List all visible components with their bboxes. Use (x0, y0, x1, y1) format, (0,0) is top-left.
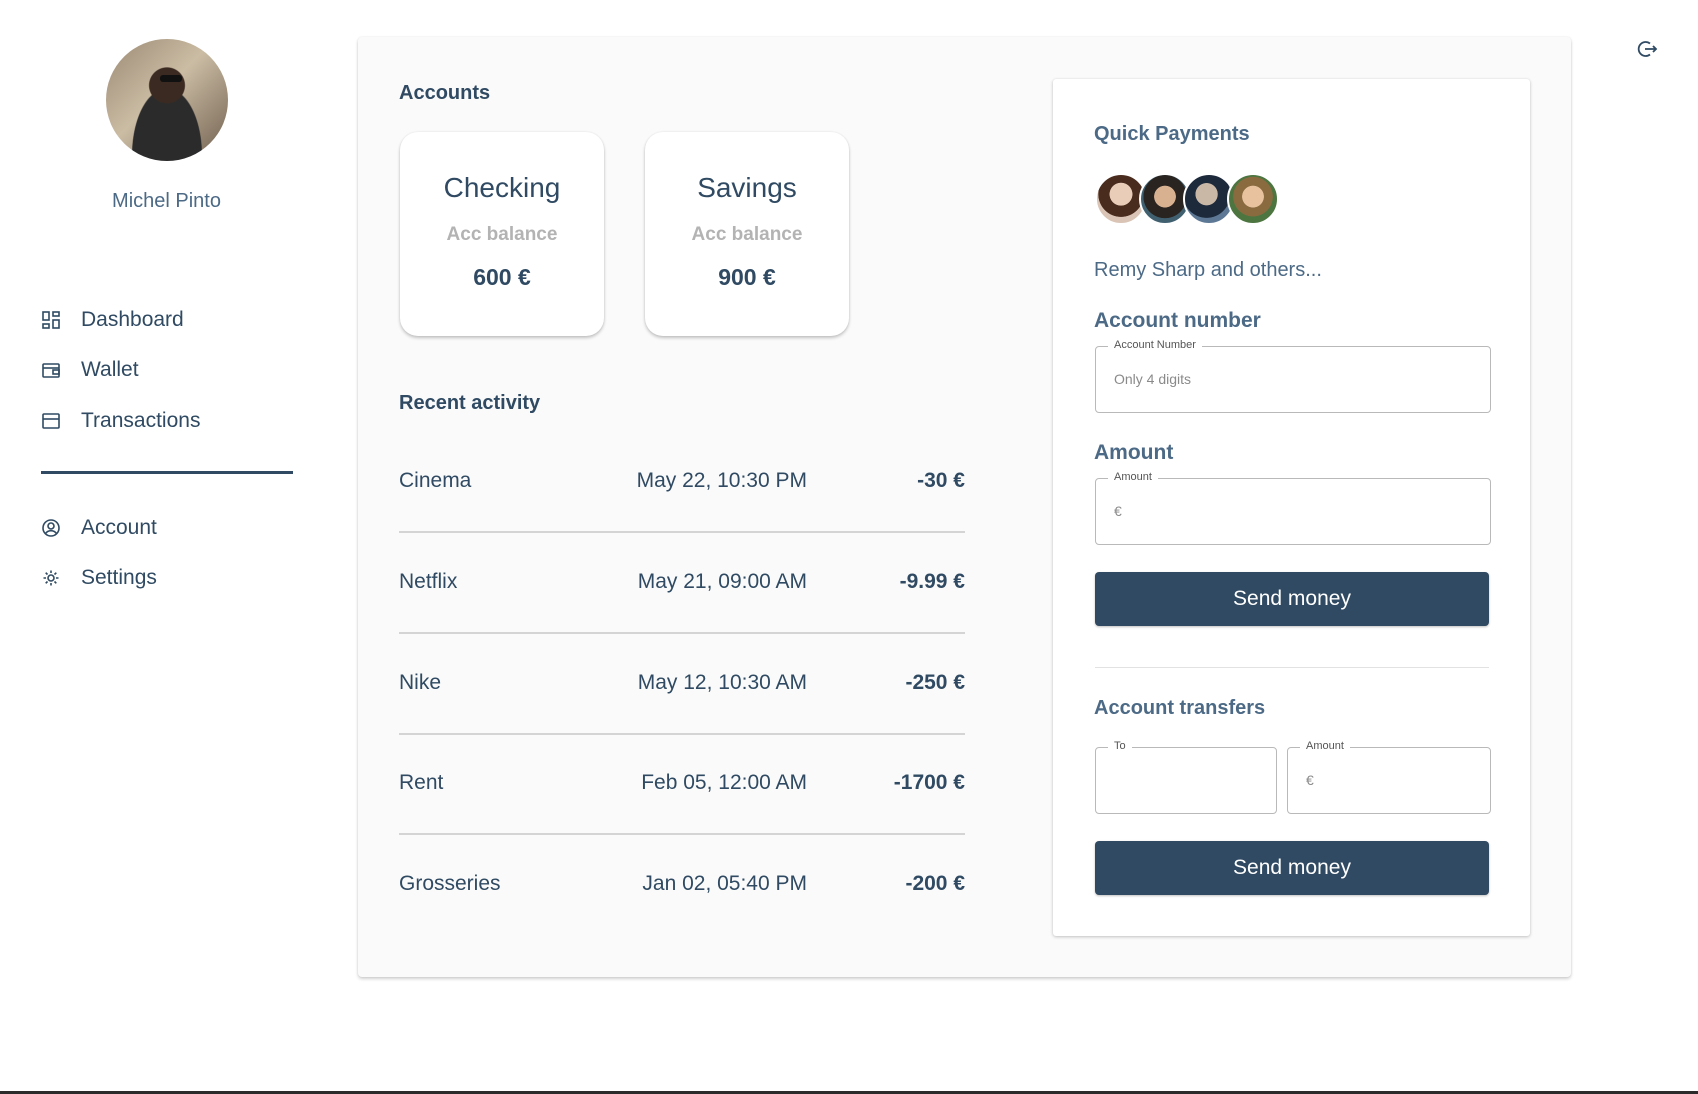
sidebar-item-account[interactable]: Account (41, 513, 157, 543)
quick-payments-title: Quick Payments (1094, 123, 1250, 145)
transaction-amount: -200 € (905, 872, 965, 895)
transaction-name: Netflix (399, 570, 458, 593)
sidebar-item-settings[interactable]: Settings (41, 563, 157, 593)
transfer-to-field[interactable]: To (1095, 740, 1277, 814)
table-row[interactable]: Netflix May 21, 09:00 AM -9.99 € (399, 532, 965, 634)
gear-icon (41, 568, 61, 588)
table-row[interactable]: Cinema May 22, 10:30 PM -30 € (399, 431, 965, 533)
user-name: Michel Pinto (112, 190, 221, 212)
transaction-date: Jan 02, 05:40 PM (642, 872, 807, 895)
account-subtitle: Acc balance (691, 224, 803, 245)
account-card-checking[interactable]: Checking Acc balance 600 € (400, 132, 604, 336)
account-transfers-title: Account transfers (1094, 697, 1266, 719)
table-row[interactable]: Grosseries Jan 02, 05:40 PM -200 € (399, 834, 965, 934)
recent-activity-title: Recent activity (399, 392, 541, 414)
account-number-placeholder: Only 4 digits (1114, 371, 1192, 387)
sidebar-item-wallet[interactable]: Wallet (41, 355, 139, 385)
transaction-amount: -9.99 € (899, 570, 965, 593)
transaction-amount: -1700 € (893, 771, 965, 794)
transfer-amount-field[interactable]: Amount € (1287, 740, 1491, 814)
logout-icon[interactable] (1636, 38, 1660, 62)
account-balance: 900 € (718, 264, 776, 290)
table-row[interactable]: Rent Feb 05, 12:00 AM -1700 € (399, 733, 965, 835)
amount-legend: Amount (1108, 471, 1158, 483)
wallet-icon (41, 360, 61, 380)
transaction-name: Rent (399, 771, 444, 794)
recipients-text: Remy Sharp and others... (1094, 259, 1322, 281)
transaction-name: Grosseries (399, 872, 501, 895)
table-row[interactable]: Nike May 12, 10:30 AM -250 € (399, 633, 965, 735)
transaction-date: May 22, 10:30 PM (636, 469, 807, 492)
avatar[interactable] (1227, 173, 1279, 225)
account-number-legend: Account Number (1108, 339, 1202, 351)
amount-field[interactable]: Amount € (1095, 471, 1491, 545)
account-name: Savings (697, 172, 797, 203)
transaction-date: May 21, 09:00 AM (637, 570, 807, 593)
transaction-name: Cinema (399, 469, 472, 492)
transaction-name: Nike (399, 671, 442, 694)
transfer-amount-legend: Amount (1300, 740, 1350, 752)
sidebar-item-label: Dashboard (81, 308, 184, 331)
account-number-field[interactable]: Account Number Only 4 digits (1095, 339, 1491, 413)
dashboard-icon (41, 310, 61, 330)
sidebar-item-transactions[interactable]: Transactions (41, 406, 200, 436)
amount-label: Amount (1094, 441, 1174, 464)
account-subtitle: Acc balance (446, 224, 558, 245)
transactions-icon (41, 411, 61, 431)
transaction-date: May 12, 10:30 AM (637, 671, 807, 694)
sidebar-item-label: Transactions (81, 409, 201, 432)
transfer-to-legend: To (1108, 740, 1132, 752)
section-divider (1095, 667, 1489, 668)
account-circle-icon (41, 518, 61, 538)
account-name: Checking (443, 172, 561, 203)
transaction-date: Feb 05, 12:00 AM (641, 771, 807, 794)
user-avatar (106, 39, 228, 161)
currency-prefix: € (1306, 772, 1314, 788)
currency-prefix: € (1114, 503, 1122, 519)
accounts-title: Accounts (399, 82, 491, 104)
sidebar-item-dashboard[interactable]: Dashboard (41, 305, 184, 335)
sidebar-item-label: Wallet (81, 358, 139, 381)
account-card-savings[interactable]: Savings Acc balance 900 € (645, 132, 849, 336)
transfer-send-money-button[interactable]: Send money (1095, 841, 1489, 895)
sidebar-item-label: Account (81, 516, 157, 539)
account-balance: 600 € (473, 264, 531, 290)
send-money-button[interactable]: Send money (1095, 572, 1489, 626)
sidebar-item-label: Settings (81, 566, 157, 589)
transaction-amount: -30 € (917, 469, 965, 492)
sidebar-divider (41, 471, 293, 474)
transaction-amount: -250 € (905, 671, 965, 694)
account-number-label: Account number (1094, 309, 1261, 332)
